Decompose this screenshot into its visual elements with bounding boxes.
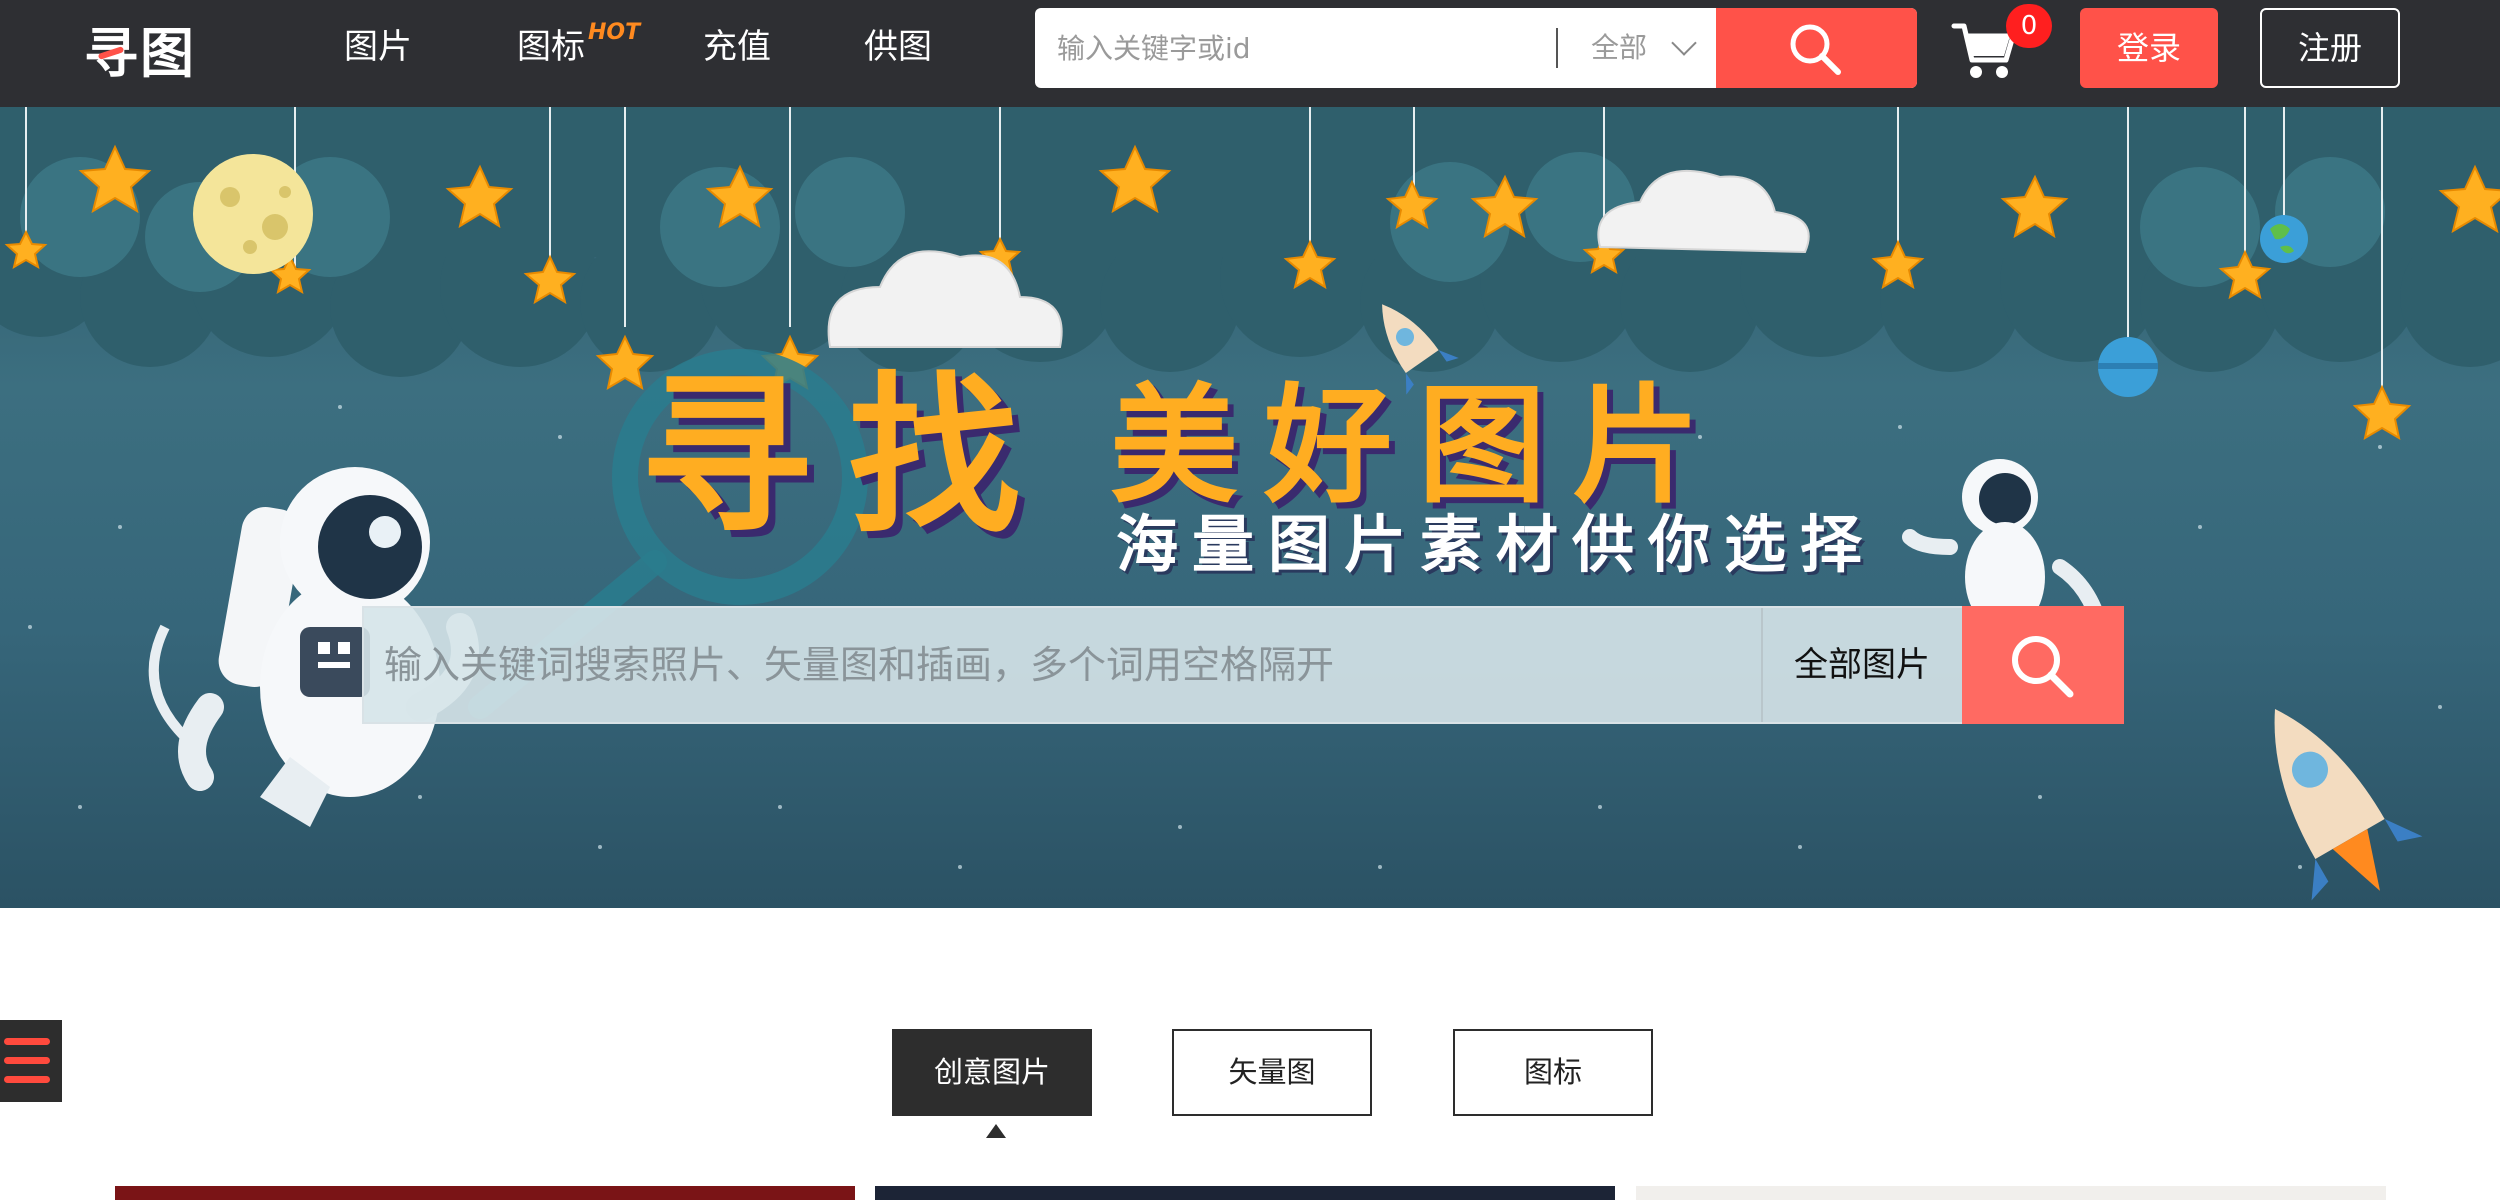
hero-banner: 寻找 美好图片 海量图片素材供你选择 全部图片 [0,107,2500,908]
header-search-scope-select[interactable]: 全部 [1591,8,1647,88]
cart-count-badge: 0 [2006,4,2052,48]
hero-search-input[interactable] [364,608,1759,722]
search-icon [2012,636,2074,698]
hero-title-secondary: 美好图片 [1110,372,1727,521]
tab-vector-graphics[interactable]: 矢量图 [1172,1029,1372,1116]
nav-item-contribute[interactable]: 供图 [864,24,932,70]
hero-title-primary: 寻找 [640,356,1056,557]
tab-creative-images[interactable]: 创意图片 [892,1029,1092,1116]
nav-item-images[interactable]: 图片 [344,24,412,70]
search-icon [1790,24,1841,75]
image-thumbnail[interactable] [115,1186,855,1200]
register-button[interactable]: 注册 [2260,8,2400,88]
active-tab-indicator [986,1124,1006,1138]
search-divider [1556,28,1558,68]
login-button[interactable]: 登录 [2080,8,2218,88]
hero-search-scope-select[interactable]: 全部图片 [1761,608,1961,722]
hero-search-bar: 全部图片 [362,606,2124,724]
header-search-input[interactable] [1035,8,1555,88]
header-search-button[interactable] [1716,8,1917,88]
hero-subtitle: 海量图片素材供你选择 [1116,508,1877,581]
side-menu-toggle[interactable] [0,1020,62,1102]
chevron-down-icon[interactable] [1671,30,1697,56]
image-thumbnail[interactable] [1636,1186,2386,1200]
header-search-bar: 全部 [1035,8,1917,88]
hero-search-button[interactable] [1962,606,2124,724]
tab-icons[interactable]: 图标 [1453,1029,1653,1116]
nav-item-icons[interactable]: 图标 [517,24,585,70]
image-thumbnail[interactable] [875,1186,1615,1200]
top-navigation-bar: 寻图 图片 图标 HOT 充值 供图 全部 0 登录 注册 [0,0,2500,107]
nav-item-recharge[interactable]: 充值 [703,24,771,70]
hot-badge: HOT [588,20,641,45]
